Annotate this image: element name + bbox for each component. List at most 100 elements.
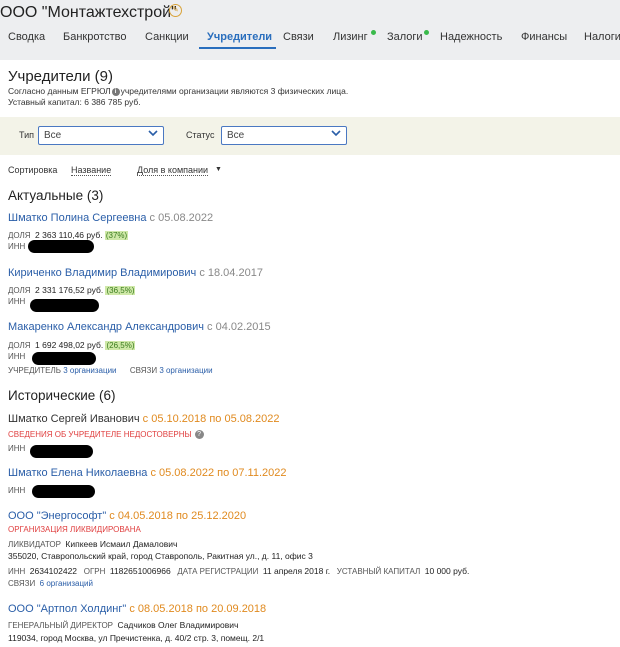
info-icon[interactable]: i bbox=[111, 87, 120, 96]
tab-taxes[interactable]: Налоги bbox=[584, 31, 620, 43]
capital-value: 10 000 руб. bbox=[424, 566, 470, 576]
note-prefix: Согласно данным ЕГРЮЛ bbox=[8, 86, 111, 96]
founder-name-link[interactable]: Кириченко Владимир Владимирович bbox=[8, 267, 196, 279]
inn-label: ИНН bbox=[8, 567, 26, 576]
org-name-link[interactable]: ООО "Энергософт" bbox=[8, 510, 106, 522]
status-filter-value: Все bbox=[227, 130, 245, 141]
role-label: ГЕНЕРАЛЬНЫЙ ДИРЕКТОР bbox=[8, 621, 114, 630]
founder-name-link[interactable]: Шматко Полина Сергеевна bbox=[8, 212, 146, 224]
share-label: ДОЛЯ bbox=[8, 286, 31, 295]
tab-links[interactable]: Связи bbox=[283, 31, 314, 43]
historical-org-row: ООО "Артпол Холдинг" с 08.05.2018 по 20.… bbox=[8, 603, 266, 615]
type-filter-label: Тип bbox=[19, 130, 35, 140]
historical-section-title: Исторические (6) bbox=[8, 388, 116, 403]
share-percent: (36,5%) bbox=[105, 286, 136, 295]
org-role: ЛИКВИДАТОР Кипкеев Исмаил Дамалович bbox=[8, 539, 177, 549]
founder-inn-label: ИНН bbox=[8, 297, 26, 306]
reg-date-label: ДАТА РЕГИСТРАЦИИ bbox=[177, 567, 259, 576]
status-filter-select[interactable]: Все bbox=[221, 126, 347, 145]
founder-row: Макаренко Александр Александрович с 04.0… bbox=[8, 321, 271, 333]
founder-of-link[interactable]: 3 организации bbox=[63, 366, 116, 375]
founder-name-link[interactable]: Макаренко Александр Александрович bbox=[8, 321, 204, 333]
sort-label: Сортировка bbox=[8, 165, 58, 175]
founder-of-label: УЧРЕДИТЕЛЬ bbox=[8, 366, 61, 375]
links-label: СВЯЗИ bbox=[8, 579, 36, 588]
unreliable-warning: СВЕДЕНИЯ ОБ УЧРЕДИТЕЛЕ НЕДОСТОВЕРНЫ? bbox=[8, 430, 204, 440]
type-filter-select[interactable]: Все bbox=[38, 126, 164, 145]
founder-inn-label: ИНН bbox=[8, 352, 26, 361]
tab-bar: Сводка Банкротство Санкции Учредители Св… bbox=[0, 27, 620, 47]
authorized-capital: Уставный капитал: 6 386 785 руб. bbox=[8, 97, 141, 107]
role-label: ЛИКВИДАТОР bbox=[8, 540, 61, 549]
share-value: 2 363 110,46 руб. bbox=[35, 230, 103, 240]
tab-sanctions[interactable]: Санкции bbox=[145, 31, 189, 43]
company-status-icon[interactable]: ✎ bbox=[169, 4, 182, 17]
inn-value: 2634102422 bbox=[29, 566, 78, 576]
links-label: СВЯЗИ bbox=[129, 366, 158, 375]
founders-title: Учредители (9) bbox=[8, 68, 114, 85]
founder-row: Кириченко Владимир Владимирович с 18.04.… bbox=[8, 267, 263, 279]
capital-label: УСТАВНЫЙ КАПИТАЛ bbox=[336, 567, 421, 576]
org-address: 355020, Ставропольский край, город Ставр… bbox=[8, 551, 313, 561]
share-label: ДОЛЯ bbox=[8, 341, 31, 350]
historical-row: Шматко Елена Николаевна с 05.08.2022 по … bbox=[8, 467, 287, 479]
address-text: 119034, город Москва, ул Пречистенка, д.… bbox=[8, 633, 265, 643]
tab-pledges[interactable]: Залоги bbox=[387, 31, 423, 43]
org-name-link[interactable]: ООО "Артпол Холдинг" bbox=[8, 603, 126, 615]
historical-inn-label: ИНН bbox=[8, 486, 26, 495]
org-period: с 08.05.2018 по 20.09.2018 bbox=[129, 603, 267, 615]
address-text: 355020, Ставропольский край, город Ставр… bbox=[8, 551, 313, 561]
share-percent: (26,5%) bbox=[105, 341, 136, 350]
question-icon[interactable]: ? bbox=[194, 430, 204, 440]
ogrn-label: ОГРН bbox=[83, 567, 106, 576]
tab-summary[interactable]: Сводка bbox=[8, 31, 45, 43]
historical-name-link[interactable]: Шматко Елена Николаевна bbox=[8, 467, 147, 479]
redacted-inn bbox=[32, 352, 96, 365]
role-person: Садчиков Олег Владимирович bbox=[117, 620, 239, 630]
historical-name[interactable]: Шматко Сергей Иванович bbox=[8, 413, 140, 425]
redacted-inn bbox=[28, 240, 94, 253]
historical-period: с 05.08.2022 по 07.11.2022 bbox=[150, 467, 287, 479]
top-bar: ООО "Монтажтехстрой" ✎ Сводка Банкротств… bbox=[0, 0, 620, 60]
sort-by-share[interactable]: Доля в компании bbox=[137, 165, 209, 176]
share-value: 1 692 498,02 руб. bbox=[35, 340, 104, 350]
type-filter-value: Все bbox=[44, 130, 62, 141]
ogrn-value: 1182651006966 bbox=[109, 566, 171, 576]
sort-caret-icon[interactable]: ▼ bbox=[215, 166, 222, 173]
reg-date-value: 11 апреля 2018 г. bbox=[262, 566, 331, 576]
share-label: ДОЛЯ bbox=[8, 231, 31, 240]
note-suffix: учредителями организации являются 3 физи… bbox=[120, 86, 349, 96]
founder-row: Шматко Полина Сергеевна с 05.08.2022 bbox=[8, 212, 213, 224]
tab-finance[interactable]: Финансы bbox=[521, 31, 567, 43]
tab-leasing[interactable]: Лизинг bbox=[333, 31, 368, 43]
founder-share: ДОЛЯ 2 363 110,46 руб. (37%) bbox=[8, 230, 129, 240]
redacted-inn bbox=[32, 485, 95, 498]
org-address: 119034, город Москва, ул Пречистенка, д.… bbox=[8, 633, 264, 643]
redacted-inn bbox=[30, 445, 93, 458]
org-details: ИНН 2634102422 ОГРН 1182651006966 ДАТА Р… bbox=[8, 566, 469, 576]
company-name: ООО "Монтажтехстрой" bbox=[0, 4, 177, 21]
org-links: СВЯЗИ 6 организаций bbox=[8, 579, 93, 588]
chevron-down-icon bbox=[148, 130, 158, 137]
tab-reliability[interactable]: Надежность bbox=[440, 31, 502, 43]
founders-note: Согласно данным ЕГРЮЛ i учредителями орган… bbox=[8, 86, 348, 96]
historical-org-row: ООО "Энергософт" с 04.05.2018 по 25.12.2… bbox=[8, 510, 246, 522]
founder-share: ДОЛЯ 1 692 498,02 руб. (26,5%) bbox=[8, 340, 136, 350]
founder-since: с 18.04.2017 bbox=[199, 267, 263, 279]
tab-bankruptcy[interactable]: Банкротство bbox=[63, 31, 127, 43]
chevron-down-icon bbox=[331, 130, 341, 137]
sort-by-name[interactable]: Название bbox=[71, 165, 112, 176]
filter-panel: Тип Все Статус Все bbox=[0, 117, 620, 155]
tab-founders[interactable]: Учредители bbox=[207, 31, 272, 43]
founder-inn-label: ИНН bbox=[8, 242, 26, 251]
leasing-indicator-dot bbox=[371, 30, 376, 35]
historical-period: с 05.10.2018 по 05.08.2022 bbox=[142, 413, 280, 425]
share-value: 2 331 176,52 руб. bbox=[35, 285, 104, 295]
org-status-text: ОРГАНИЗАЦИЯ ЛИКВИДИРОВАНА bbox=[8, 525, 141, 534]
founder-since: с 05.08.2022 bbox=[149, 212, 214, 224]
org-period: с 04.05.2018 по 25.12.2020 bbox=[109, 510, 247, 522]
org-status: ОРГАНИЗАЦИЯ ЛИКВИДИРОВАНА bbox=[8, 525, 141, 534]
historical-inn-label: ИНН bbox=[8, 444, 26, 453]
links-link[interactable]: 6 организаций bbox=[40, 579, 93, 588]
links-link[interactable]: 3 организации bbox=[159, 366, 212, 375]
